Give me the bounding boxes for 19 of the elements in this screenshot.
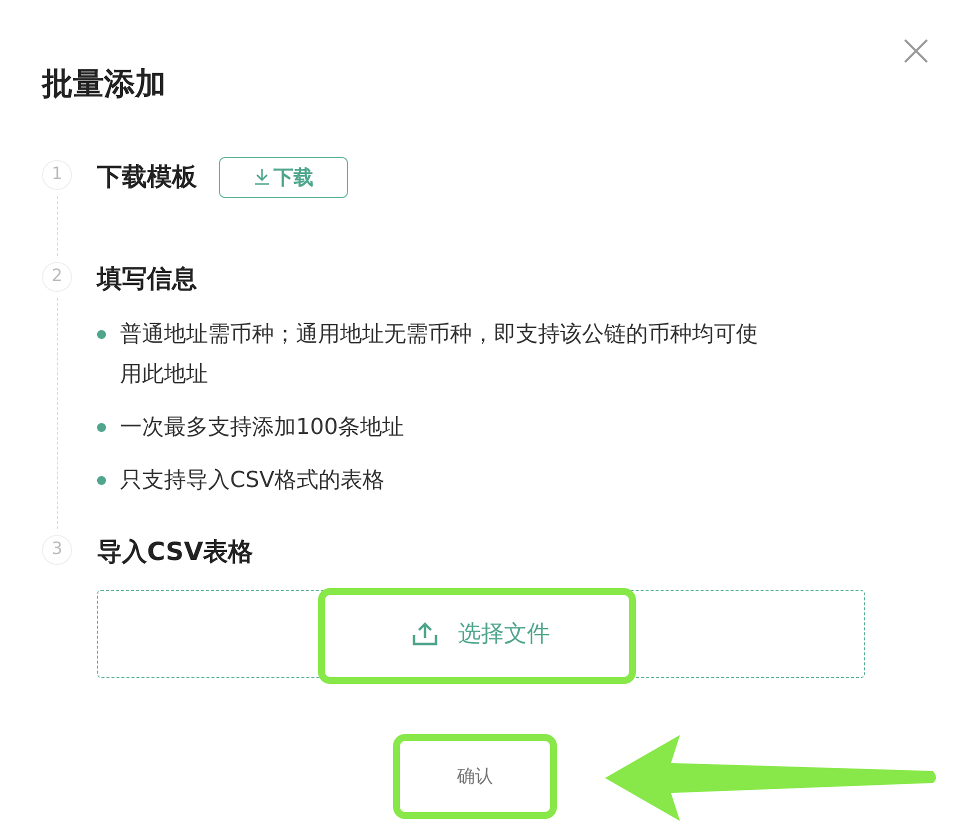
bullet-icon	[97, 423, 106, 432]
download-button[interactable]: 下载	[219, 156, 348, 198]
dialog-title: 批量添加	[42, 65, 166, 104]
download-icon	[254, 168, 270, 186]
info-text: 普通地址需币种；通用地址无需币种，即支持该公链的币种均可使用此地址	[120, 321, 759, 389]
close-icon[interactable]	[903, 38, 929, 64]
step-title: 下载模板	[97, 161, 197, 193]
info-text: 一次最多支持添加100条地址	[120, 414, 405, 442]
step-title: 导入CSV表格	[97, 536, 254, 568]
bullet-icon	[97, 476, 106, 485]
step-title: 填写信息	[97, 263, 197, 295]
step-number: 1	[42, 160, 72, 190]
bullet-icon	[97, 330, 106, 339]
step-number: 2	[42, 262, 72, 292]
upload-icon	[412, 622, 438, 646]
upload-dropzone[interactable]: 选择文件	[97, 590, 865, 678]
choose-file-button[interactable]: 选择文件	[412, 616, 550, 652]
step-number: 3	[42, 535, 72, 565]
info-text: 只支持导入CSV格式的表格	[120, 467, 386, 495]
